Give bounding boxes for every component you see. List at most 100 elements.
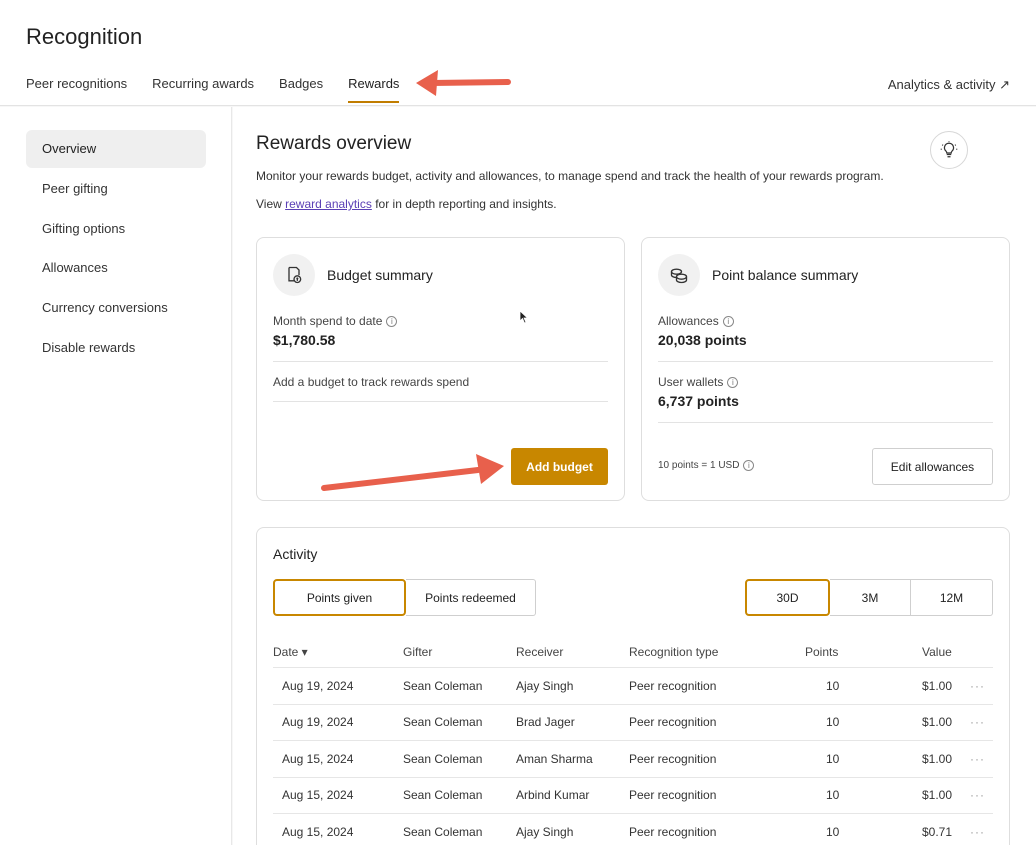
cell-gifter: Sean Coleman (403, 678, 483, 693)
tab-rewards[interactable]: Rewards (348, 76, 400, 103)
col-recognition-type: Recognition type (629, 644, 719, 659)
cell-points: 10 (826, 824, 840, 839)
cell-type: Peer recognition (629, 715, 717, 730)
view-prefix: View (256, 197, 282, 211)
allowances-value: 20,038 points (658, 332, 747, 348)
cell-receiver: Ajay Singh (516, 678, 574, 693)
sidebar-item-currency-conversions[interactable]: Currency conversions (26, 289, 206, 327)
info-icon[interactable]: i (386, 315, 398, 327)
add-budget-button[interactable]: Add budget (511, 448, 608, 485)
sidebar-item-disable-rewards[interactable]: Disable rewards (26, 329, 206, 367)
activity-title: Activity (273, 546, 318, 562)
tab-recurring-awards[interactable]: Recurring awards (152, 76, 254, 103)
cell-date: Aug 15, 2024 (282, 824, 354, 839)
col-points: Points (805, 644, 839, 659)
more-options-icon[interactable]: ··· (970, 715, 985, 729)
divider (658, 422, 993, 423)
range-12m-tab[interactable]: 12M (911, 579, 993, 616)
more-options-icon[interactable]: ··· (970, 679, 985, 693)
point-balance-title: Point balance summary (712, 267, 859, 283)
analytics-activity-link[interactable]: Analytics & activity ↗ (888, 77, 1010, 93)
cell-receiver: Arbind Kumar (516, 788, 590, 803)
allowances-label-text: Allowances (658, 314, 719, 328)
info-icon[interactable]: i (727, 376, 739, 388)
user-wallets-value: 6,737 points (658, 393, 739, 409)
cell-date: Aug 15, 2024 (282, 788, 354, 803)
table-row[interactable]: Aug 15, 2024 Sean Coleman Ajay Singh Pee… (273, 814, 993, 845)
cell-date: Aug 19, 2024 (282, 715, 354, 730)
cell-type: Peer recognition (629, 751, 717, 766)
cell-type: Peer recognition (629, 678, 717, 693)
page-title: Rewards overview (256, 133, 412, 154)
page-description: Monitor your rewards budget, activity an… (256, 169, 884, 183)
budget-note: Add a budget to track rewards spend (273, 375, 470, 389)
more-options-icon[interactable]: ··· (970, 752, 985, 766)
col-date[interactable]: Date ▾ (273, 645, 308, 659)
tab-bar: Peer recognitions Recurring awards Badge… (26, 76, 424, 103)
month-spend-value: $1,780.58 (273, 332, 336, 348)
table-row[interactable]: Aug 15, 2024 Sean Coleman Arbind Kumar P… (273, 778, 993, 814)
info-icon[interactable]: i (722, 315, 734, 327)
conversion-rate-text: 10 points = 1 USD (658, 460, 740, 471)
budget-summary-card: Budget summary Month spend to date i $1,… (256, 237, 625, 501)
activity-card: Activity Points given Points redeemed 30… (256, 527, 1010, 845)
col-receiver: Receiver (516, 644, 564, 659)
col-value: Value (922, 644, 952, 659)
cell-points: 10 (826, 751, 840, 766)
reward-analytics-link[interactable]: reward analytics (285, 197, 372, 211)
cell-gifter: Sean Coleman (403, 824, 483, 839)
user-wallets-label-text: User wallets (658, 375, 724, 389)
tab-badges[interactable]: Badges (279, 76, 323, 103)
top-bar: Recognition Peer recognitions Recurring … (0, 0, 1036, 106)
cell-value: $1.00 (922, 751, 953, 766)
cell-date: Aug 19, 2024 (282, 678, 354, 693)
more-options-icon[interactable]: ··· (970, 788, 985, 802)
main-content: Rewards overview Monitor your rewards bu… (233, 107, 1036, 845)
sidebar-item-overview[interactable]: Overview (26, 130, 206, 168)
divider (658, 361, 993, 362)
user-wallets-label: User wallets i (658, 375, 739, 389)
coins-icon-wrap (658, 254, 700, 296)
sidebar-item-peer-gifting[interactable]: Peer gifting (26, 170, 206, 208)
cell-type: Peer recognition (629, 788, 717, 803)
col-gifter: Gifter (403, 644, 433, 659)
cell-receiver: Aman Sharma (516, 751, 593, 766)
sidebar: Overview Peer gifting Gifting options Al… (0, 107, 232, 845)
range-3m-tab[interactable]: 3M (830, 579, 911, 616)
table-row[interactable]: Aug 19, 2024 Sean Coleman Brad Jager Pee… (273, 705, 993, 741)
sidebar-item-gifting-options[interactable]: Gifting options (26, 210, 206, 248)
cell-value: $0.71 (922, 824, 953, 839)
lightbulb-icon (940, 141, 958, 158)
table-row[interactable]: Aug 15, 2024 Sean Coleman Aman Sharma Pe… (273, 741, 993, 778)
cell-gifter: Sean Coleman (403, 715, 483, 730)
view-suffix: for in depth reporting and insights. (375, 197, 557, 211)
edit-allowances-button[interactable]: Edit allowances (872, 448, 993, 485)
month-spend-label-text: Month spend to date (273, 314, 383, 328)
tab-peer-recognitions[interactable]: Peer recognitions (26, 76, 127, 103)
cell-points: 10 (826, 678, 840, 693)
cell-value: $1.00 (922, 715, 953, 730)
info-icon[interactable]: i (743, 460, 755, 471)
cell-points: 10 (826, 715, 840, 730)
sidebar-item-allowances[interactable]: Allowances (26, 249, 206, 287)
conversion-rate: 10 points = 1 USD i (658, 460, 755, 471)
more-options-icon[interactable]: ··· (970, 825, 985, 839)
cell-receiver: Ajay Singh (516, 824, 574, 839)
cell-gifter: Sean Coleman (403, 751, 483, 766)
month-spend-label: Month spend to date i (273, 314, 398, 328)
activity-type-toggle: Points given Points redeemed (273, 579, 536, 616)
receipt-coin-icon (288, 266, 302, 284)
lightbulb-button[interactable] (930, 131, 968, 169)
coins-icon (670, 268, 688, 284)
budget-icon-wrap (273, 254, 315, 296)
range-30d-tab[interactable]: 30D (745, 579, 830, 616)
cell-value: $1.00 (922, 678, 953, 693)
points-redeemed-tab[interactable]: Points redeemed (406, 579, 536, 616)
activity-table: Date ▾ Gifter Receiver Recognition type … (273, 636, 993, 845)
table-row[interactable]: Aug 19, 2024 Sean Coleman Ajay Singh Pee… (273, 668, 993, 705)
points-given-tab[interactable]: Points given (273, 579, 406, 616)
cell-date: Aug 15, 2024 (282, 751, 354, 766)
allowances-label: Allowances i (658, 314, 734, 328)
date-range-toggle: 30D 3M 12M (745, 579, 993, 616)
analytics-hint: View reward analytics for in depth repor… (256, 197, 557, 211)
